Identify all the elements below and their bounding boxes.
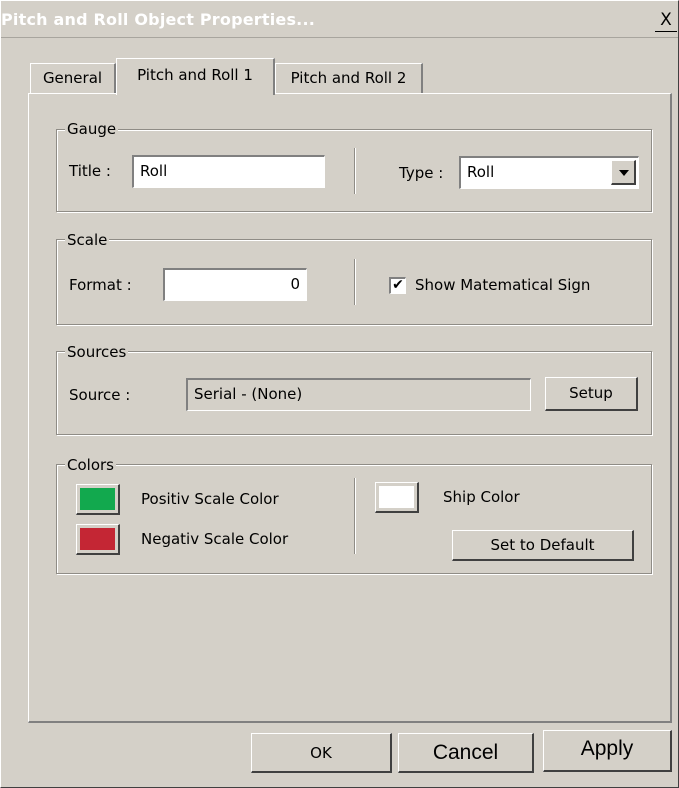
colors-legend: Colors [65, 456, 116, 474]
chevron-down-icon[interactable] [611, 160, 636, 185]
source-field: Serial - (None) [186, 378, 531, 411]
close-button[interactable]: X [655, 11, 677, 32]
negative-color-fill [80, 528, 115, 550]
tab-pitch-and-roll-2[interactable]: Pitch and Roll 2 [275, 63, 423, 94]
window-title: Pitch and Roll Object Properties... [1, 10, 316, 29]
tab-panel: Gauge Title : Roll Type : Roll Scale For… [28, 93, 672, 723]
gauge-legend: Gauge [65, 120, 119, 138]
negative-color-swatch[interactable] [76, 524, 120, 555]
ok-button[interactable]: OK [251, 733, 392, 773]
tab-pitch-and-roll-1[interactable]: Pitch and Roll 1 [116, 58, 275, 95]
positive-color-fill [80, 488, 115, 510]
title-input[interactable]: Roll [132, 155, 325, 188]
apply-button[interactable]: Apply [543, 730, 672, 772]
negative-color-label: Negativ Scale Color [141, 530, 289, 548]
title-label: Title : [69, 162, 111, 180]
positive-color-label: Positiv Scale Color [141, 490, 279, 508]
ship-color-swatch[interactable] [375, 482, 419, 513]
scale-divider [354, 259, 356, 305]
set-default-button[interactable]: Set to Default [452, 530, 634, 561]
scale-legend: Scale [65, 231, 110, 249]
title-bar: Pitch and Roll Object Properties... X [1, 1, 678, 38]
tab-general[interactable]: General [30, 63, 116, 94]
gauge-divider [354, 148, 356, 194]
type-label: Type : [399, 164, 444, 182]
colors-divider [354, 478, 356, 554]
sources-legend: Sources [65, 343, 129, 361]
type-select-value: Roll [467, 163, 495, 181]
show-sign-checkbox[interactable]: ✔ [389, 277, 406, 294]
tab-general-label: General [42, 69, 103, 87]
ship-color-fill [379, 486, 414, 508]
cancel-button[interactable]: Cancel [398, 733, 534, 773]
show-sign-label: Show Matematical Sign [415, 276, 591, 294]
tab-pitch-and-roll-1-label: Pitch and Roll 1 [137, 66, 253, 84]
tab-pitch-and-roll-2-label: Pitch and Roll 2 [290, 69, 407, 87]
properties-dialog: Pitch and Roll Object Properties... X Ge… [0, 0, 679, 788]
positive-color-swatch[interactable] [76, 484, 120, 515]
source-label: Source : [69, 386, 131, 404]
format-input[interactable]: 0 [163, 268, 307, 301]
ship-color-label: Ship Color [443, 488, 520, 506]
format-label: Format : [69, 276, 132, 294]
setup-button[interactable]: Setup [545, 377, 638, 411]
